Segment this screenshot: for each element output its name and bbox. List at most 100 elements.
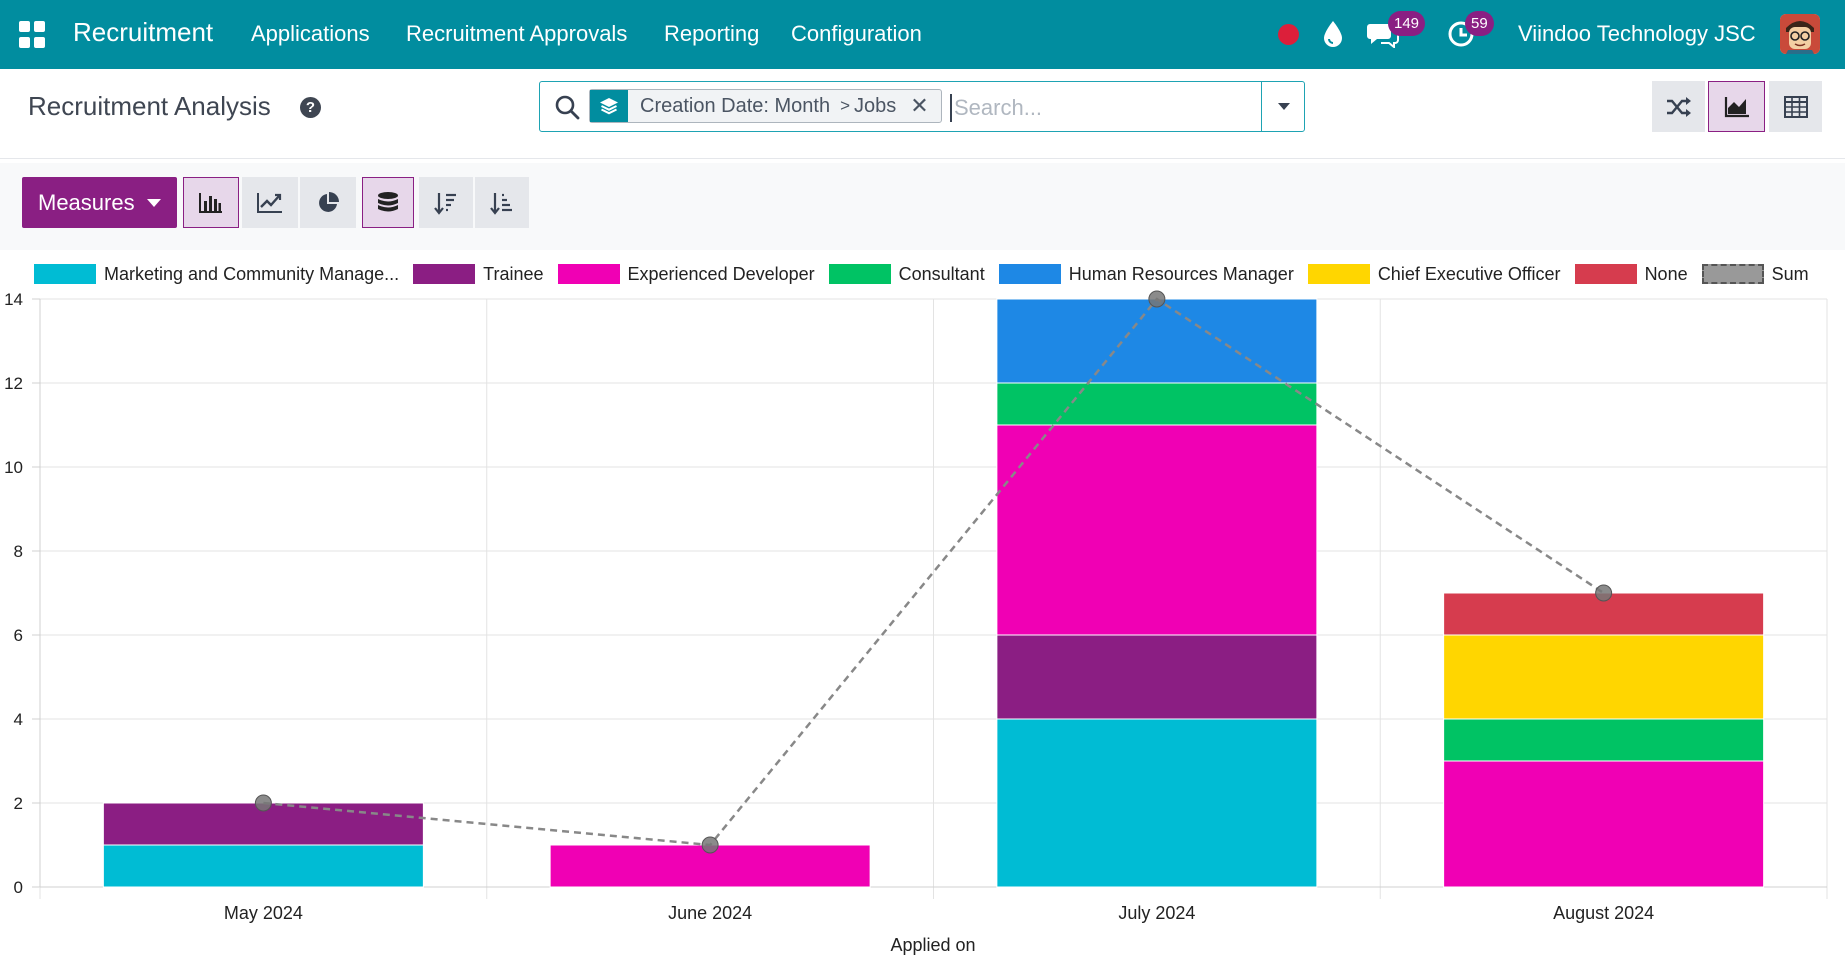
bar-segment[interactable]: [996, 298, 1318, 384]
bar-segment[interactable]: [1443, 718, 1765, 762]
graph-toolbar: Measures: [0, 163, 1845, 250]
line-chart-icon: [257, 192, 282, 213]
bar-chart-icon: [199, 192, 222, 213]
legend-label: Trainee: [483, 263, 544, 284]
sort-ascending-icon: [490, 192, 512, 215]
graph-view-button[interactable]: [1708, 81, 1765, 132]
sum-point[interactable]: [1148, 290, 1166, 308]
pie-chart-button[interactable]: [300, 177, 356, 228]
legend-label: None: [1644, 263, 1688, 284]
y-tick-label: 10: [4, 458, 23, 477]
legend-item[interactable]: Sum: [1701, 264, 1809, 285]
y-tick-label: 2: [14, 794, 23, 813]
legend-swatch: [34, 264, 96, 284]
menu-recruitment-approvals[interactable]: Recruitment Approvals: [406, 21, 627, 47]
legend-item[interactable]: Consultant: [828, 263, 985, 285]
stacked-bar-chart: 0 2 4 6 8 10 12 14 May 2024 June 2024 July 2024 Aug…: [4, 290, 1828, 955]
facet-value: Jobs: [854, 94, 897, 117]
legend-swatch: [1701, 264, 1764, 284]
y-tick-label: 4: [14, 710, 23, 729]
sum-point[interactable]: [254, 794, 272, 812]
legend-item[interactable]: Experienced Developer: [557, 263, 815, 285]
bar-segment[interactable]: [996, 382, 1318, 426]
app-brand[interactable]: Recruitment: [73, 17, 213, 48]
x-tick-label: August 2024: [1553, 903, 1654, 923]
record-icon[interactable]: [1278, 24, 1299, 45]
app-menu-icon[interactable]: [19, 21, 46, 48]
activities-badge: 59: [1465, 11, 1494, 36]
search-options-toggle[interactable]: [1261, 82, 1305, 131]
legend-swatch: [413, 264, 476, 284]
search-icon: [555, 95, 580, 120]
x-tick-label: May 2024: [224, 903, 303, 923]
user-avatar[interactable]: [1780, 14, 1820, 54]
bar-segment[interactable]: [996, 718, 1318, 888]
x-tick-label: July 2024: [1118, 903, 1195, 923]
bar-segment[interactable]: [1443, 634, 1765, 720]
y-tick-label: 0: [14, 878, 23, 897]
layers-icon: [590, 90, 628, 122]
page-title: Recruitment Analysis: [28, 91, 271, 121]
legend-label: Consultant: [898, 263, 985, 284]
menu-reporting[interactable]: Reporting: [664, 21, 759, 47]
help-icon[interactable]: ?: [300, 97, 321, 118]
legend-item[interactable]: Chief Executive Officer: [1307, 263, 1561, 285]
legend-swatch: [1574, 264, 1637, 284]
shuffle-icon: [1666, 96, 1691, 117]
facet-separator: >: [840, 96, 851, 115]
legend-swatch: [557, 264, 620, 284]
stacked-icon: [378, 191, 398, 211]
y-tick-label: 12: [4, 374, 23, 393]
chevron-down-icon: [1277, 102, 1290, 110]
sort-descending-icon: [434, 192, 456, 215]
bar-chart-button[interactable]: [183, 177, 239, 228]
shuffle-button[interactable]: [1652, 81, 1705, 132]
messages-badge: 149: [1388, 11, 1426, 36]
facet-field: Creation Date: Month: [640, 94, 831, 117]
y-tick-label: 6: [14, 626, 23, 645]
legend-label: Human Resources Manager: [1068, 263, 1294, 284]
bar-segment[interactable]: [102, 844, 424, 888]
y-tick-label: 8: [14, 542, 23, 561]
bar-segment[interactable]: [1443, 760, 1765, 888]
caret-down-icon: [146, 198, 161, 207]
menu-configuration[interactable]: Configuration: [791, 21, 922, 47]
x-tick-label: June 2024: [668, 903, 752, 923]
legend-item[interactable]: Human Resources Manager: [998, 263, 1294, 285]
control-panel: Recruitment Analysis ? Creation Date: Mo…: [0, 69, 1845, 159]
legend-swatch: [1307, 264, 1370, 284]
measures-dropdown[interactable]: Measures: [22, 177, 177, 228]
legend-label: Chief Executive Officer: [1377, 263, 1561, 284]
legend-label: Experienced Developer: [627, 263, 815, 284]
stacked-button[interactable]: [362, 177, 414, 228]
legend-item[interactable]: Trainee: [413, 263, 544, 285]
sort-descending-button[interactable]: [419, 177, 473, 228]
legend-item[interactable]: Marketing and Community Manage...: [34, 264, 399, 285]
sort-ascending-button[interactable]: [475, 177, 529, 228]
groupby-facet: Creation Date: Month > Jobs ✕: [589, 89, 942, 123]
menu-applications[interactable]: Applications: [251, 21, 370, 47]
legend-swatch: [998, 264, 1061, 284]
top-navbar: Recruitment Applications Recruitment App…: [0, 0, 1845, 69]
y-tick-label: 14: [4, 290, 23, 309]
legend-label: Marketing and Community Manage...: [104, 263, 400, 284]
facet-remove-icon[interactable]: ✕: [910, 93, 940, 119]
line-chart-button[interactable]: [242, 177, 298, 228]
pivot-view-button[interactable]: [1769, 81, 1822, 132]
sum-point[interactable]: [701, 836, 719, 854]
legend-swatch: [828, 264, 891, 284]
search-input[interactable]: [950, 94, 1250, 122]
x-axis-title: Applied on: [890, 935, 975, 955]
company-switcher[interactable]: Viindoo Technology JSC: [1518, 21, 1756, 47]
measures-label: Measures: [38, 189, 135, 215]
legend-item[interactable]: None: [1574, 263, 1688, 285]
sum-point[interactable]: [1595, 584, 1613, 602]
chart-legend: Marketing and Community Manage... Trainee…: [34, 263, 1823, 285]
graph-view-icon: [1724, 96, 1749, 117]
bar-segment[interactable]: [996, 424, 1318, 636]
pivot-view-icon: [1783, 95, 1808, 118]
search-bar: Creation Date: Month > Jobs ✕: [539, 81, 1305, 132]
bar-segment[interactable]: [996, 634, 1318, 720]
pie-chart-icon: [319, 191, 339, 212]
drop-icon[interactable]: [1323, 20, 1343, 47]
